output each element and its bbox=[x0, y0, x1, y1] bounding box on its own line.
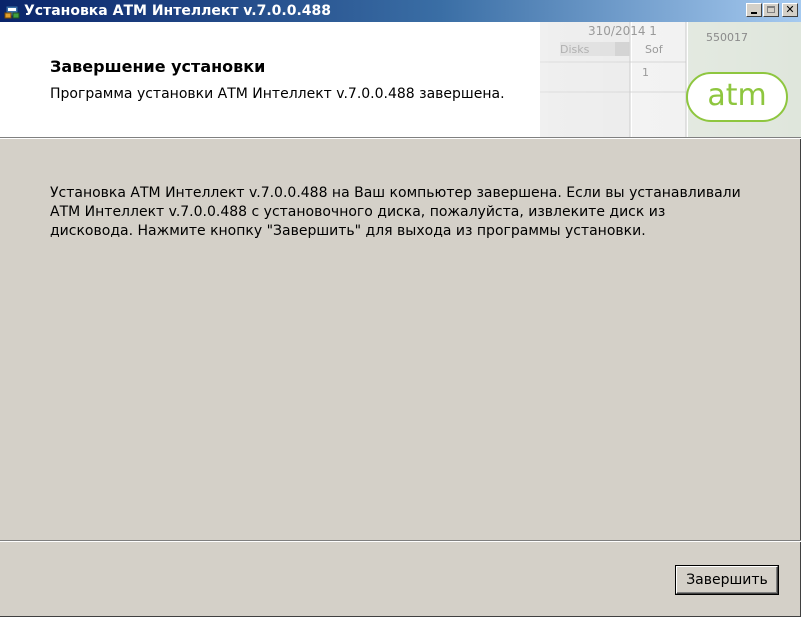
atm-logo-text: atm bbox=[707, 78, 767, 113]
bg-text-sof: Sof bbox=[645, 43, 664, 56]
footer-divider-highlight bbox=[0, 541, 801, 542]
wizard-header: 310/2014 1 550017 Disks Sof 1 Завершение… bbox=[0, 22, 801, 137]
title-bar[interactable]: Установка АТМ Интеллект v.7.0.0.488 ✕ bbox=[0, 0, 801, 22]
atm-logo: atm bbox=[686, 72, 788, 122]
maximize-button[interactable] bbox=[763, 3, 779, 17]
header-divider-highlight bbox=[0, 138, 801, 139]
page-title: Завершение установки bbox=[50, 57, 266, 76]
bg-text-one: 1 bbox=[642, 66, 649, 79]
minimize-button[interactable] bbox=[746, 3, 762, 17]
page-subtitle: Программа установки АТМ Интеллект v.7.0.… bbox=[50, 86, 505, 102]
finish-button[interactable]: Завершить bbox=[675, 565, 779, 595]
completion-message: Установка АТМ Интеллект v.7.0.0.488 на В… bbox=[50, 185, 741, 239]
window-title: Установка АТМ Интеллект v.7.0.0.488 bbox=[24, 3, 332, 19]
close-button[interactable]: ✕ bbox=[782, 3, 798, 17]
bg-text-date: 310/2014 1 bbox=[588, 24, 657, 38]
bg-text-code: 550017 bbox=[706, 31, 748, 44]
installer-icon bbox=[4, 5, 20, 19]
bg-text-disks: Disks bbox=[560, 43, 590, 56]
maximize-icon bbox=[767, 6, 775, 13]
installer-window: Установка АТМ Интеллект v.7.0.0.488 ✕ 31… bbox=[0, 0, 801, 617]
minimize-icon bbox=[751, 12, 757, 14]
